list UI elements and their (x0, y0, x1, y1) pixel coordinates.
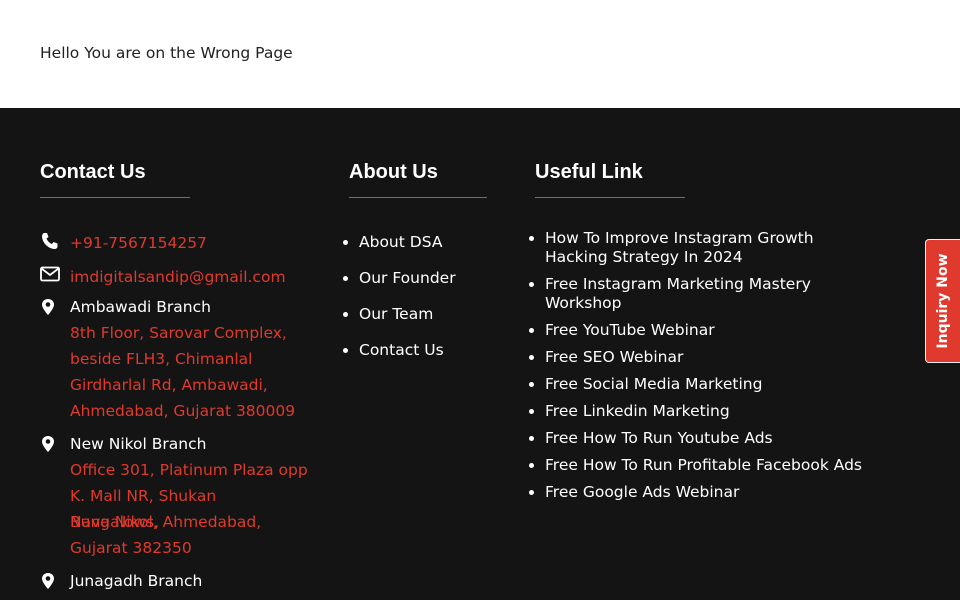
map-pin-icon (40, 298, 60, 318)
wrong-page-message: Hello You are on the Wrong Page (40, 44, 293, 62)
useful-link[interactable]: Free How To Run Youtube Ads (545, 429, 865, 448)
branch-new-nikol: New Nikol Branch Office 301, Platinum Pl… (40, 434, 310, 564)
useful-link[interactable]: Free SEO Webinar (545, 348, 865, 367)
branch-name: Junagadh Branch (70, 572, 203, 590)
phone-icon (40, 232, 60, 252)
branch-address-line: Gujarat 382350 (70, 539, 192, 557)
map-pin-icon (40, 435, 60, 455)
phone-link[interactable]: +91-7567154257 (70, 230, 310, 256)
about-links-list: About DSA Our Founder Our Team Contact U… (359, 232, 456, 376)
useful-link[interactable]: Free YouTube Webinar (545, 321, 865, 340)
branch-address-line: Nava Nikol, Ahmedabad, (70, 513, 262, 531)
branch-address-line: beside FLH3, Chimanlal (70, 350, 253, 368)
contact-email[interactable]: imdigitalsandip@gmail.com (40, 264, 310, 290)
contact-heading-underline (40, 197, 190, 198)
envelope-icon (40, 266, 60, 286)
useful-link[interactable]: Free Google Ads Webinar (545, 483, 865, 502)
useful-link[interactable]: Free Instagram Marketing Mastery Worksho… (545, 275, 865, 313)
useful-link[interactable]: Free Social Media Marketing (545, 375, 865, 394)
useful-heading: Useful Link (535, 161, 643, 183)
about-link-our-team[interactable]: Our Team (359, 304, 456, 324)
branch-address-line: Ahmedabad, Gujarat 380009 (70, 402, 296, 420)
branch-name: Ambawadi Branch (70, 298, 211, 316)
branch-junagadh: Junagadh Branch (40, 571, 310, 597)
contact-phone[interactable]: +91-7567154257 (40, 230, 310, 256)
branch-address-line: 8th Floor, Sarovar Complex, (70, 324, 287, 342)
useful-heading-underline (535, 197, 685, 198)
branch-name: New Nikol Branch (70, 435, 207, 453)
branch-ambawadi: Ambawadi Branch 8th Floor, Sarovar Compl… (40, 297, 310, 427)
useful-link[interactable]: Free Linkedin Marketing (545, 402, 865, 421)
about-link-contact-us[interactable]: Contact Us (359, 340, 456, 360)
useful-links-list: How To Improve Instagram Growth Hacking … (545, 229, 865, 510)
about-link-about-dsa[interactable]: About DSA (359, 232, 456, 252)
branch-address-line: Office 301, Platinum Plaza opp (70, 461, 308, 479)
about-heading-underline (349, 197, 487, 198)
page-content: Hello You are on the Wrong Page (0, 0, 960, 108)
contact-heading: Contact Us (40, 161, 146, 183)
inquiry-now-label: Inquiry Now (935, 253, 951, 349)
email-link[interactable]: imdigitalsandip@gmail.com (70, 264, 310, 290)
about-heading: About Us (349, 161, 438, 183)
branch-address-line: Girdharlal Rd, Ambawadi, (70, 376, 268, 394)
useful-link[interactable]: How To Improve Instagram Growth Hacking … (545, 229, 865, 267)
about-link-our-founder[interactable]: Our Founder (359, 268, 456, 288)
map-pin-icon (40, 572, 60, 592)
useful-link[interactable]: Free How To Run Profitable Facebook Ads (545, 456, 865, 475)
site-footer: Contact Us +91-7567154257 imdigitalsandi… (0, 108, 960, 600)
inquiry-now-button[interactable]: Inquiry Now (926, 240, 960, 362)
